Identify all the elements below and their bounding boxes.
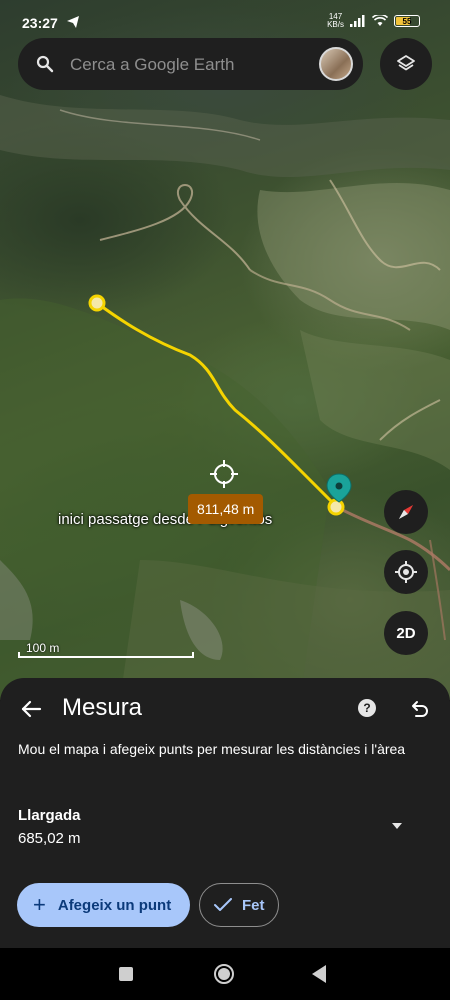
telegram-icon (67, 16, 79, 28)
dropdown-arrow-icon[interactable] (390, 819, 404, 833)
route-start-point[interactable] (88, 294, 106, 312)
status-icons: 147 KB/s 55 (327, 13, 420, 29)
search-icon (36, 55, 54, 73)
sheet-description: Mou el mapa i afegeix punts per mesurar … (18, 741, 406, 757)
plus-icon: + (33, 892, 46, 917)
terrain-texture (0, 95, 450, 700)
measure-sheet: Mesura ? Mou el mapa i afegeix punts per… (0, 678, 450, 948)
layers-button[interactable] (380, 38, 432, 90)
add-point-button[interactable]: + Afegeix un punt (17, 883, 190, 927)
system-nav-bar (0, 948, 450, 1000)
my-location-icon (395, 561, 417, 583)
back-arrow-icon[interactable] (20, 698, 42, 720)
layers-icon (397, 55, 415, 71)
undo-icon[interactable] (408, 697, 430, 719)
scale-line (18, 652, 194, 658)
search-input[interactable]: Cerca a Google Earth (70, 55, 234, 75)
back-icon[interactable] (312, 965, 326, 983)
network-speed-unit: KB/s (327, 20, 344, 29)
help-icon[interactable]: ? (358, 699, 376, 717)
route-end-point[interactable] (327, 498, 345, 516)
add-point-label: Afegeix un punt (57, 896, 172, 914)
map-view[interactable]: 23:27 147 KB/s 55 Cerca a Google Earth i… (0, 0, 450, 700)
check-icon (214, 898, 232, 911)
sheet-title: Mesura (62, 694, 143, 721)
home-icon[interactable] (214, 964, 234, 984)
done-label: Fet (242, 896, 265, 914)
status-time: 23:27 (22, 15, 58, 31)
signal-icon (350, 15, 365, 27)
wifi-icon (372, 15, 388, 26)
status-bar: 23:27 147 KB/s 55 (0, 0, 450, 40)
length-value: 685,02 m (18, 830, 81, 847)
recents-icon[interactable] (119, 967, 133, 981)
compass-button[interactable] (384, 490, 428, 534)
my-location-button[interactable] (384, 550, 428, 594)
avatar[interactable] (319, 47, 353, 81)
done-button[interactable]: Fet (199, 883, 279, 927)
place-marker-icon[interactable] (326, 473, 352, 503)
battery-icon: 55 (394, 15, 420, 27)
network-speed: 147 KB/s (327, 13, 344, 29)
search-bar[interactable]: Cerca a Google Earth (18, 38, 363, 90)
scale-bar: 100 m (18, 641, 194, 659)
distance-badge: 811,48 m (188, 494, 264, 524)
compass-icon (399, 505, 413, 519)
view-2d-button[interactable]: 2D (384, 611, 428, 655)
length-label: Llargada (18, 807, 81, 824)
battery-level: 55 (402, 16, 412, 26)
